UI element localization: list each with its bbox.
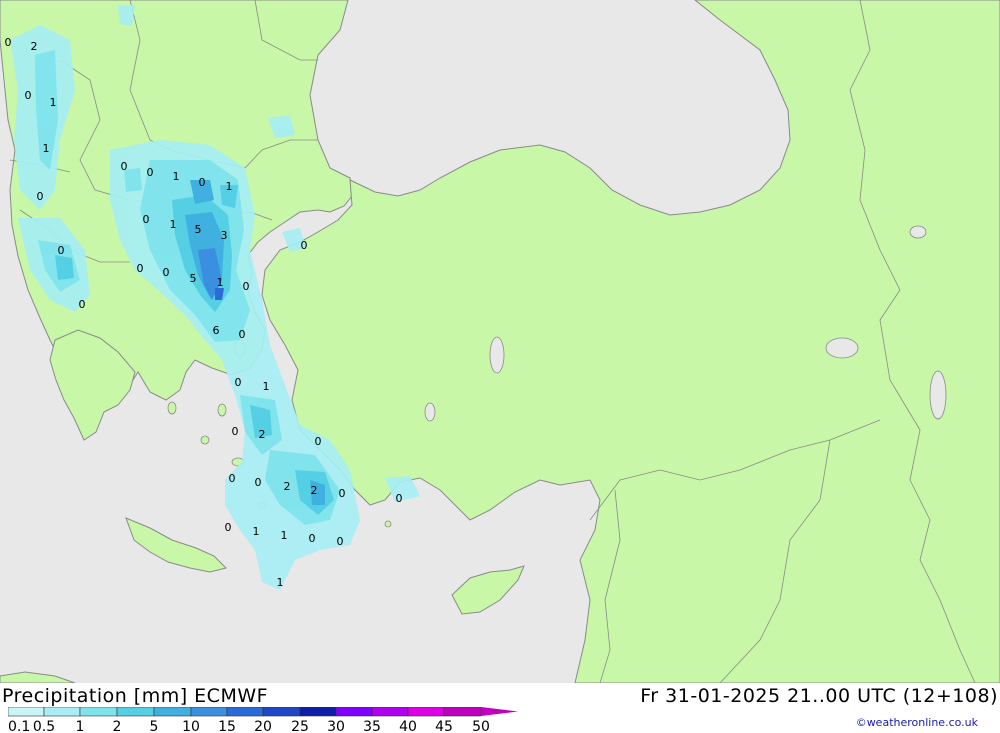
map-value-label: 2 <box>259 428 266 441</box>
map-value-label: 0 <box>5 36 12 49</box>
footer-bar: Precipitation [mm] ECMWF Fr 31-01-2025 2… <box>0 683 1000 733</box>
map-value-label: 0 <box>199 176 206 189</box>
map-value-label: 6 <box>213 324 220 337</box>
legend-swatch <box>79 707 118 717</box>
map-value-label: 1 <box>226 180 233 193</box>
map-value-label: 2 <box>311 484 318 497</box>
map-value-label: 1 <box>281 529 288 542</box>
map-value-label: 0 <box>25 89 32 102</box>
map-value-label: 0 <box>58 244 65 257</box>
legend-label: 15 <box>218 719 236 733</box>
legend-label: 0.1 <box>8 719 30 733</box>
legend-label: 50 <box>472 719 490 733</box>
legend-label: 30 <box>327 719 345 733</box>
map-value-label: 0 <box>37 190 44 203</box>
map-value-label: 1 <box>217 276 224 289</box>
map-value-label: 0 <box>301 239 308 252</box>
legend-label: 0.5 <box>33 719 55 733</box>
map-value-label: 0 <box>229 472 236 485</box>
legend-swatch <box>407 707 445 717</box>
map-value-label: 0 <box>239 328 246 341</box>
map-value-label: 0 <box>309 532 316 545</box>
legend-label: 45 <box>435 719 453 733</box>
map-timestamp: Fr 31-01-2025 21..00 UTC (12+108) <box>640 685 998 707</box>
legend-swatch <box>8 707 45 717</box>
legend-label: 2 <box>113 719 122 733</box>
legend-swatch <box>443 707 482 717</box>
precipitation-map: 0201100000101015300051060010200022000110… <box>0 0 1000 684</box>
legend-swatch <box>335 707 373 717</box>
map-value-label: 3 <box>221 229 228 242</box>
map-value-label: 0 <box>121 160 128 173</box>
legend-swatch <box>371 707 409 717</box>
map-value-label: 1 <box>50 96 57 109</box>
legend-label: 20 <box>254 719 272 733</box>
legend-label: 10 <box>182 719 200 733</box>
map-value-label: 5 <box>195 223 202 236</box>
map-value-label: 1 <box>277 576 284 589</box>
legend-swatch <box>299 707 337 717</box>
map-value-label: 0 <box>163 266 170 279</box>
map-value-label: 0 <box>339 487 346 500</box>
map-value-label: 1 <box>170 218 177 231</box>
map-value-label: 1 <box>43 142 50 155</box>
legend-label: 40 <box>399 719 417 733</box>
map-value-label: 1 <box>263 380 270 393</box>
map-value-label: 0 <box>143 213 150 226</box>
lake-tuz <box>489 336 505 374</box>
map-value-label: 1 <box>173 170 180 183</box>
map-value-label: 0 <box>337 535 344 548</box>
map-value-label: 0 <box>79 298 86 311</box>
legend-label: 1 <box>76 719 85 733</box>
map-value-label: 0 <box>396 492 403 505</box>
map-value-label: 0 <box>232 425 239 438</box>
map-value-label: 0 <box>147 166 154 179</box>
lake-van <box>825 337 859 359</box>
color-legend: 0.1 0.5 1 2 5 10 15 20 25 30 35 40 45 50 <box>8 707 518 733</box>
lake-sevan <box>909 225 927 239</box>
legend-swatch <box>153 707 192 717</box>
map-value-label: 5 <box>190 272 197 285</box>
map-title: Precipitation [mm] ECMWF <box>2 685 269 707</box>
map-value-label: 0 <box>137 262 144 275</box>
legend-label: 5 <box>150 719 159 733</box>
legend-swatch <box>190 707 228 717</box>
legend-arrow <box>481 707 518 716</box>
map-value-label: 2 <box>284 480 291 493</box>
lake-urmia <box>929 370 947 420</box>
legend-swatch <box>262 707 301 717</box>
map-value-label: 0 <box>255 476 262 489</box>
map-value-label: 2 <box>31 40 38 53</box>
credit-link[interactable]: ©weatheronline.co.uk <box>856 716 978 729</box>
legend-swatch <box>116 707 155 717</box>
legend-swatch <box>43 707 81 717</box>
map-value-label: 0 <box>235 376 242 389</box>
lake-beysehir <box>424 402 436 422</box>
map-value-label: 0 <box>243 280 250 293</box>
map-value-label: 0 <box>315 435 322 448</box>
legend-swatch <box>226 707 264 717</box>
map-value-label: 1 <box>253 525 260 538</box>
legend-label: 25 <box>291 719 309 733</box>
legend-label: 35 <box>363 719 381 733</box>
map-value-label: 0 <box>225 521 232 534</box>
